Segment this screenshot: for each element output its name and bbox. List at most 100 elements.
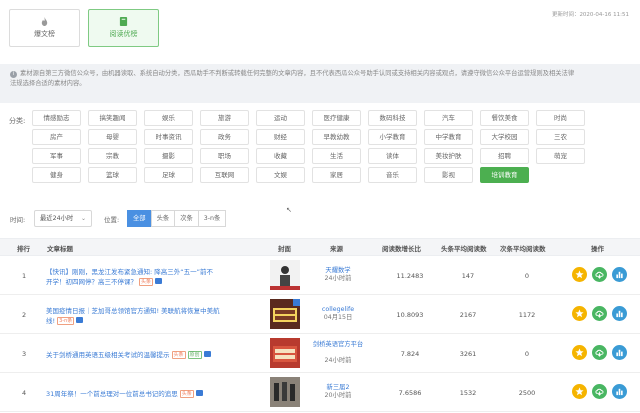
category-chip[interactable]: 大学校园 — [480, 129, 529, 145]
flame-icon — [41, 17, 48, 26]
info-icon: i — [10, 71, 17, 78]
star-icon[interactable] — [572, 384, 587, 399]
tab-hot-label: 爆文榜 — [34, 30, 55, 38]
position-headline[interactable]: 头条 — [150, 210, 176, 227]
star-icon[interactable] — [572, 306, 587, 321]
title-line-1: 【快讯】刚刚，黑龙江发布紧急通知: 降高三外“五一”前不 — [46, 268, 213, 276]
book-icon — [119, 17, 128, 26]
category-chip[interactable]: 培训教育 — [480, 167, 529, 183]
image-icon[interactable] — [195, 390, 203, 396]
source-name[interactable]: 剑桥英语官方平台 — [300, 341, 376, 349]
bar-chart-icon[interactable] — [612, 267, 627, 282]
position-second[interactable]: 次条 — [174, 210, 199, 227]
category-chip[interactable]: 音乐 — [368, 167, 417, 183]
category-chip[interactable]: 政务 — [200, 129, 249, 145]
position-tag: 头条 — [179, 390, 194, 398]
header-growth[interactable]: 阅读数增长比 — [382, 243, 421, 253]
source-name[interactable]: collegelife — [300, 306, 376, 314]
category-chip[interactable]: 美妆护肤 — [424, 148, 473, 164]
title-line-2: 线! — [46, 317, 56, 325]
category-chip[interactable]: 篮球 — [88, 167, 137, 183]
header-head-avg[interactable]: 头条平均阅读数 — [441, 243, 487, 253]
category-chip[interactable]: 时事资讯 — [144, 129, 193, 145]
cloud-download-icon[interactable] — [592, 306, 607, 321]
image-icon[interactable] — [76, 317, 84, 323]
category-chip[interactable]: 三农 — [536, 129, 585, 145]
cloud-download-icon[interactable] — [592, 384, 607, 399]
category-chip[interactable]: 情感励志 — [32, 110, 81, 126]
category-chip[interactable]: 招聘 — [480, 148, 529, 164]
category-chip[interactable]: 生活 — [312, 148, 361, 164]
category-chip[interactable]: 旅游 — [200, 110, 249, 126]
notice-line-2: 法规选择合适的素材内容。 — [10, 80, 86, 87]
source-name[interactable]: 新三届2 — [300, 384, 376, 392]
category-chip[interactable]: 汽车 — [424, 110, 473, 126]
rank: 3 — [22, 350, 27, 358]
cover-thumbnail[interactable] — [270, 299, 300, 329]
header-second-avg[interactable]: 次条平均阅读数 — [500, 243, 546, 253]
top-bar: 爆文榜 阅读优榜 更新时间：2020-04-16 11:51 — [0, 0, 640, 64]
header-rank: 排行 — [17, 245, 30, 253]
category-chip[interactable]: 摄影 — [144, 148, 193, 164]
category-chip[interactable]: 文娱 — [256, 167, 305, 183]
growth-value: 11.2483 — [396, 272, 424, 280]
rank: 2 — [22, 311, 27, 319]
category-chip[interactable]: 小学教育 — [368, 129, 417, 145]
category-chip[interactable]: 早教幼教 — [312, 129, 361, 145]
image-icon[interactable] — [155, 278, 163, 284]
star-icon[interactable] — [572, 345, 587, 360]
category-chip[interactable]: 宗教 — [88, 148, 137, 164]
position-all[interactable]: 全部 — [127, 210, 152, 227]
category-chip[interactable]: 运动 — [256, 110, 305, 126]
cover-thumbnail[interactable] — [270, 377, 300, 407]
cloud-download-icon[interactable] — [592, 267, 607, 282]
cloud-download-icon[interactable] — [592, 345, 607, 360]
star-icon[interactable] — [572, 267, 587, 282]
article-title[interactable]: 关于剑桥通用英语五级相关考试的温馨提示 头条 原创 — [46, 350, 256, 360]
category-chip[interactable]: 财经 — [256, 129, 305, 145]
growth-value: 10.8093 — [396, 311, 424, 319]
source-name[interactable]: 天耀数学 — [300, 267, 376, 275]
category-chip[interactable]: 足球 — [144, 167, 193, 183]
category-chip[interactable]: 读体 — [368, 148, 417, 164]
cover-thumbnail[interactable] — [270, 260, 300, 290]
table-row: 3 关于剑桥通用英语五级相关考试的温馨提示 头条 原创 剑桥英语官方平台 24小时前… — [0, 334, 640, 373]
table-header: 排行 文章标题 封面 来源 阅读数增长比 头条平均阅读数 次条平均阅读数 操作 — [0, 238, 640, 256]
category-chip[interactable]: 餐饮美食 — [480, 110, 529, 126]
image-icon[interactable] — [203, 351, 211, 357]
article-title[interactable]: 【快讯】刚刚，黑龙江发布紧急通知: 降高三外“五一”前不 开学！初四网停？高三不… — [46, 267, 256, 287]
category-chip[interactable]: 医疗健康 — [312, 110, 361, 126]
category-chip[interactable]: 娱乐 — [144, 110, 193, 126]
category-chip[interactable]: 搞笑趣闻 — [88, 110, 137, 126]
tab-reading-rank[interactable]: 阅读优榜 — [88, 9, 159, 47]
category-chip[interactable]: 中学教育 — [424, 129, 473, 145]
category-chip[interactable]: 互联网 — [200, 167, 249, 183]
category-chip[interactable]: 军事 — [32, 148, 81, 164]
growth-value: 7.6586 — [398, 389, 422, 397]
cover-thumbnail[interactable] — [270, 338, 300, 368]
bar-chart-icon[interactable] — [612, 384, 627, 399]
position-3n[interactable]: 3-n条 — [197, 210, 227, 227]
header-source: 来源 — [330, 245, 343, 253]
category-chip[interactable]: 数码科技 — [368, 110, 417, 126]
bar-chart-icon[interactable] — [612, 345, 627, 360]
head-avg-value: 3261 — [459, 350, 477, 358]
category-chip[interactable]: 家居 — [312, 167, 361, 183]
second-avg-value: 1172 — [518, 311, 536, 319]
bar-chart-icon[interactable] — [612, 306, 627, 321]
time-select[interactable]: 最近24小时 ⌄ — [34, 210, 92, 227]
category-chip[interactable]: 母婴 — [88, 129, 137, 145]
source-time: 20小时前 — [324, 392, 352, 399]
category-chip[interactable]: 时尚 — [536, 110, 585, 126]
category-chip[interactable]: 房产 — [32, 129, 81, 145]
article-title[interactable]: 美国疫情日报｜芝加哥总领馆官方通知! 美联航将恢复中美航 线! 3-n条 — [46, 306, 256, 326]
original-tag: 原创 — [187, 351, 202, 359]
category-chip[interactable]: 影视 — [424, 167, 473, 183]
article-title[interactable]: 31周年祭！一个前总理对一位前总书记的追思 头条 — [46, 389, 256, 399]
tab-hot-articles[interactable]: 爆文榜 — [9, 9, 80, 47]
category-chip[interactable]: 萌宠 — [536, 148, 585, 164]
category-chip[interactable]: 职场 — [200, 148, 249, 164]
category-chip[interactable]: 收藏 — [256, 148, 305, 164]
category-chip[interactable]: 健身 — [32, 167, 81, 183]
source: 新三届2 20小时前 — [300, 384, 376, 400]
